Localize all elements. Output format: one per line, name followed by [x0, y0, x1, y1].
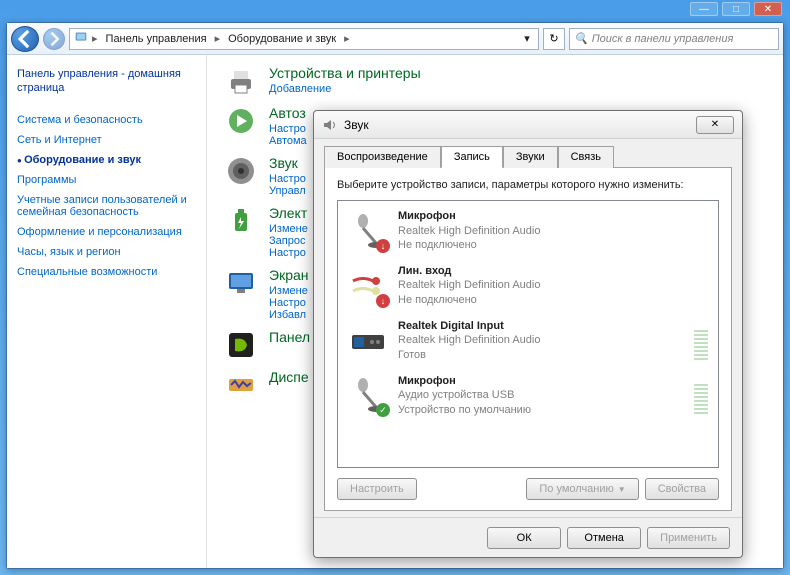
tab-communications[interactable]: Связь: [558, 146, 614, 168]
window-titlebar: — □ ✕: [0, 0, 790, 18]
control-panel-icon: [74, 30, 88, 47]
maximize-button[interactable]: □: [722, 2, 750, 16]
category-devices-printers[interactable]: Устройства и принтеры: [269, 65, 421, 81]
sidebar-item-accessibility[interactable]: Специальные возможности: [17, 262, 196, 282]
power-icon: [225, 205, 257, 237]
address-dropdown[interactable]: ▾: [520, 32, 534, 45]
sound-dialog-icon: [322, 117, 338, 133]
control-panel-home-link[interactable]: Панель управления - домашняя страница: [17, 67, 196, 96]
set-default-button[interactable]: По умолчанию▼: [526, 478, 638, 500]
microphone-icon: ✓: [348, 375, 388, 415]
category-sound[interactable]: Звук: [269, 155, 306, 171]
sidebar: Панель управления - домашняя страница Си…: [7, 55, 207, 568]
sidebar-item-hardware[interactable]: Оборудование и звук: [17, 150, 196, 170]
link-add-device[interactable]: Добавление: [269, 83, 331, 95]
dialog-title: Звук: [344, 118, 369, 132]
dialog-titlebar: Звук ✕: [314, 111, 742, 139]
navigation-bar: ▸ Панель управления ▸ Оборудование и зву…: [7, 23, 783, 55]
search-icon: 🔍: [574, 32, 588, 45]
device-microphone-usb[interactable]: ✓ Микрофон Аудио устройства USB Устройст…: [340, 368, 716, 423]
sound-dialog: Звук ✕ Воспроизведение Запись Звуки Связ…: [313, 110, 743, 558]
device-line-in[interactable]: ↓ Лин. вход Realtek High Definition Audi…: [340, 258, 716, 313]
category-autoplay[interactable]: Автоз: [269, 105, 307, 121]
dialog-footer: ОК Отмена Применить: [314, 517, 742, 557]
close-button[interactable]: ✕: [754, 2, 782, 16]
breadcrumb-control-panel[interactable]: Панель управления: [102, 31, 211, 47]
panel-instruction: Выберите устройство записи, параметры ко…: [337, 178, 719, 192]
configure-button[interactable]: Настроить: [337, 478, 417, 500]
sidebar-item-clock[interactable]: Часы, язык и регион: [17, 242, 196, 262]
tab-playback[interactable]: Воспроизведение: [324, 146, 441, 168]
properties-button[interactable]: Свойства: [645, 478, 719, 500]
device-microphone-realtek[interactable]: ↓ Микрофон Realtek High Definition Audio…: [340, 203, 716, 258]
sidebar-item-appearance[interactable]: Оформление и персонализация: [17, 222, 196, 242]
tabstrip: Воспроизведение Запись Звуки Связь: [324, 145, 732, 167]
sidebar-item-system[interactable]: Система и безопасность: [17, 110, 196, 130]
line-in-icon: ↓: [348, 266, 388, 306]
tab-recording[interactable]: Запись: [441, 146, 503, 168]
forward-button[interactable]: [43, 28, 65, 50]
dialog-close-button[interactable]: ✕: [696, 116, 734, 134]
category-power[interactable]: Элект: [269, 205, 308, 221]
disconnected-badge-icon: ↓: [376, 239, 390, 253]
ok-button[interactable]: ОК: [487, 527, 561, 549]
back-button[interactable]: [11, 26, 39, 52]
realtek-icon: [225, 369, 257, 401]
category-nvidia[interactable]: Панел: [269, 329, 310, 345]
digital-input-icon: [348, 321, 388, 361]
device-digital-input[interactable]: Realtek Digital Input Realtek High Defin…: [340, 313, 716, 368]
device-list[interactable]: ↓ Микрофон Realtek High Definition Audio…: [337, 200, 719, 468]
category-display[interactable]: Экран: [269, 267, 309, 283]
nvidia-icon: [225, 329, 257, 361]
category-realtek[interactable]: Диспе: [269, 369, 309, 385]
disconnected-badge-icon: ↓: [376, 294, 390, 308]
sidebar-item-programs[interactable]: Программы: [17, 170, 196, 190]
display-icon: [225, 267, 257, 299]
tab-sounds[interactable]: Звуки: [503, 146, 558, 168]
autoplay-icon: [225, 105, 257, 137]
refresh-button[interactable]: ↻: [543, 28, 565, 50]
search-input[interactable]: 🔍 Поиск в панели управления: [569, 28, 779, 50]
cancel-button[interactable]: Отмена: [567, 527, 641, 549]
printer-icon: [225, 65, 257, 97]
level-meter: [694, 322, 708, 360]
address-bar[interactable]: ▸ Панель управления ▸ Оборудование и зву…: [69, 28, 539, 50]
breadcrumb-hardware-sound[interactable]: Оборудование и звук: [224, 31, 340, 47]
sidebar-item-accounts[interactable]: Учетные записи пользователей и семейная …: [17, 190, 196, 222]
apply-button[interactable]: Применить: [647, 527, 730, 549]
tab-panel-recording: Выберите устройство записи, параметры ко…: [324, 167, 732, 511]
level-meter: [694, 376, 708, 414]
sidebar-item-network[interactable]: Сеть и Интернет: [17, 130, 196, 150]
minimize-button[interactable]: —: [690, 2, 718, 16]
microphone-icon: ↓: [348, 211, 388, 251]
speaker-icon: [225, 155, 257, 187]
